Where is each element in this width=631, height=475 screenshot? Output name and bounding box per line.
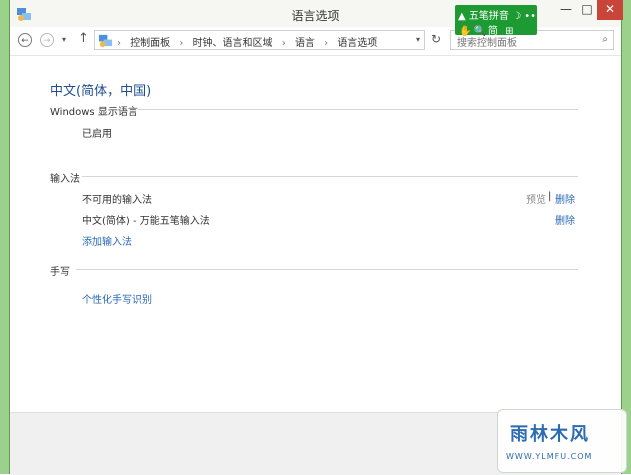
- refresh-button[interactable]: ↻: [431, 32, 441, 46]
- remove-link[interactable]: 删除: [555, 212, 575, 227]
- input-method-name: 不可用的输入法: [82, 195, 152, 206]
- display-language-heading: Windows 显示语言: [50, 107, 138, 118]
- page-title: 中文(简体，中国): [50, 84, 152, 99]
- watermark-url: WWW.YLMFU.COM: [506, 452, 593, 461]
- ime-name[interactable]: 五笔拼音: [469, 11, 509, 22]
- close-button[interactable]: ✕: [597, 0, 623, 20]
- address-dropdown-button[interactable]: ▾: [416, 35, 420, 44]
- control-panel-icon: [98, 34, 113, 48]
- breadcrumb: › 控制面板 › 时钟、语言和区域 › 语言 › 语言选项: [117, 34, 377, 49]
- breadcrumb-separator: ›: [324, 38, 329, 49]
- language-options-window: 语言选项 — □ ✕ ← → ▾ ↑ › 控制面板 › 时钟、语言和区域 › 语…: [9, 0, 623, 475]
- section-divider: [82, 176, 578, 177]
- back-button[interactable]: ←: [18, 33, 32, 47]
- breadcrumb-control-panel[interactable]: 控制面板: [130, 38, 170, 49]
- forward-button[interactable]: →: [40, 33, 54, 47]
- display-language-status: 已启用: [82, 129, 112, 140]
- site-watermark: 雨林木风 WWW.YLMFU.COM: [497, 409, 627, 473]
- recent-locations-dropdown[interactable]: ▾: [62, 35, 66, 44]
- input-method-name: 中文(简体) - 万能五笔输入法: [82, 216, 210, 227]
- ime-toolbar[interactable]: ▲ 五笔拼音 ☽ •• ✋🔍简 ⊞: [455, 5, 537, 37]
- ime-toolbar-top: ▲ 五笔拼音 ☽ ••: [458, 11, 537, 22]
- add-input-method-link[interactable]: 添加输入法: [82, 233, 132, 248]
- watermark-logo: 雨林木风: [510, 424, 590, 445]
- breadcrumb-clock-language-region[interactable]: 时钟、语言和区域: [193, 38, 273, 49]
- search-icon[interactable]: ⌕: [602, 34, 608, 45]
- remove-link[interactable]: 删除: [555, 191, 575, 206]
- breadcrumb-separator: ›: [117, 38, 121, 49]
- desktop-right-edge: [622, 0, 631, 474]
- section-divider: [138, 109, 578, 110]
- search-input[interactable]: [455, 34, 594, 53]
- breadcrumb-language-options[interactable]: 语言选项: [337, 38, 377, 49]
- section-divider: [76, 269, 578, 270]
- preview-link[interactable]: 预览: [526, 191, 546, 206]
- address-bar[interactable]: › 控制面板 › 时钟、语言和区域 › 语言 › 语言选项 ▾: [94, 30, 425, 50]
- desktop-left-edge: [0, 0, 9, 474]
- breadcrumb-separator: ›: [281, 38, 286, 49]
- up-button[interactable]: ↑: [78, 31, 89, 46]
- breadcrumb-separator: ›: [179, 38, 184, 49]
- ime-mode-icons[interactable]: ☽ ••: [512, 11, 536, 22]
- ime-toolbar-buttons[interactable]: ✋🔍简 ⊞: [459, 22, 515, 37]
- handwriting-heading: 手写: [50, 267, 70, 278]
- personalize-handwriting-link[interactable]: 个性化手写识别: [82, 291, 152, 306]
- breadcrumb-language[interactable]: 语言: [295, 38, 315, 49]
- link-separator: |: [548, 191, 552, 202]
- input-methods-heading: 输入法: [50, 174, 80, 185]
